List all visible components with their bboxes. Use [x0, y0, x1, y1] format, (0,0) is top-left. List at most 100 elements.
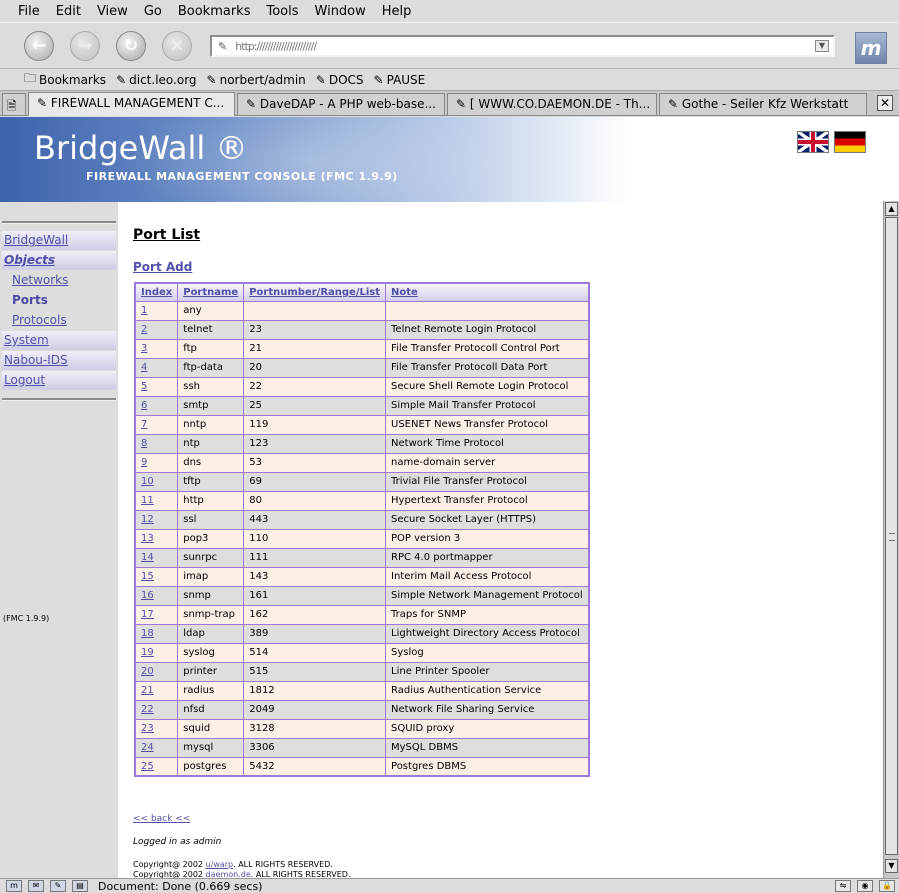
- port-index-link[interactable]: 17: [134, 604, 179, 625]
- port-note-cell: File Transfer Protocoll Data Port: [385, 357, 590, 378]
- composer-icon[interactable]: ✎: [50, 880, 66, 892]
- menu-help[interactable]: Help: [374, 4, 420, 19]
- url-bar[interactable]: ✎ http:////////////////////// ▼: [210, 35, 835, 57]
- back-link[interactable]: << back <<: [133, 814, 190, 824]
- scroll-up-button[interactable]: ▲: [885, 202, 898, 216]
- menu-file[interactable]: File: [10, 4, 48, 19]
- port-index-link[interactable]: 21: [134, 680, 179, 701]
- forward-button[interactable]: →: [70, 31, 100, 61]
- port-index-link[interactable]: 13: [134, 528, 179, 549]
- port-index-link[interactable]: 15: [134, 566, 179, 587]
- port-index-link[interactable]: 20: [134, 661, 179, 682]
- tab-bar: 🗎 ✎ FIREWALL MANAGEMENT C... ✎ DaveDAP -…: [0, 90, 899, 116]
- sidebar-item-system[interactable]: System: [2, 331, 116, 350]
- sidebar-item-protocols[interactable]: Protocols: [2, 311, 116, 330]
- sidebar-item-ports[interactable]: Ports: [2, 291, 116, 310]
- port-index-link[interactable]: 1: [134, 300, 179, 321]
- port-note-cell: [385, 300, 590, 321]
- lock-icon[interactable]: 🔒: [879, 880, 895, 892]
- scroll-thumb[interactable]: [885, 217, 898, 855]
- port-index-link[interactable]: 11: [134, 490, 179, 511]
- triangle-down-icon: ▼: [888, 861, 895, 870]
- sidebar-item-logout[interactable]: Logout: [2, 371, 116, 390]
- port-name-cell: ssh: [177, 376, 245, 397]
- copyright-author-link[interactable]: daemon.de: [206, 870, 251, 878]
- scroll-down-button[interactable]: ▼: [885, 859, 898, 873]
- table-row: 1 any: [134, 300, 590, 321]
- port-index-link[interactable]: 6: [134, 395, 179, 416]
- port-index-link[interactable]: 10: [134, 471, 179, 492]
- english-flag-icon[interactable]: [797, 131, 829, 153]
- sidebar-item-nabou-ids[interactable]: Nabou-IDS: [2, 351, 116, 370]
- port-index-link[interactable]: 22: [134, 699, 179, 720]
- reload-button[interactable]: ↻: [116, 31, 146, 61]
- copyright-text: Copyright@ 2002: [133, 860, 206, 869]
- menu-bookmarks[interactable]: Bookmarks: [170, 4, 259, 19]
- stop-button[interactable]: ✕: [162, 31, 192, 61]
- copyright-author-link[interactable]: u/warp: [206, 860, 234, 869]
- close-tab-button[interactable]: ✕: [877, 95, 893, 111]
- german-flag-icon[interactable]: [834, 131, 866, 153]
- url-dropdown-button[interactable]: ▼: [815, 40, 829, 52]
- bookmark-pause[interactable]: ✎ PAUSE: [374, 73, 426, 87]
- port-index-link[interactable]: 9: [134, 452, 179, 473]
- port-index-link[interactable]: 12: [134, 509, 179, 530]
- bookmark-norbert-admin[interactable]: ✎ norbert/admin: [207, 73, 306, 87]
- port-index-link[interactable]: 14: [134, 547, 179, 568]
- column-header-index[interactable]: Index: [134, 282, 179, 302]
- online-status-icon[interactable]: ⇋: [835, 880, 851, 892]
- browser-logo[interactable]: m: [855, 32, 887, 64]
- port-number-cell: 162: [243, 604, 387, 625]
- menu-view[interactable]: View: [89, 4, 136, 19]
- bookmarks-menu[interactable]: 🗀 Bookmarks: [24, 69, 106, 90]
- port-index-link[interactable]: 4: [134, 357, 179, 378]
- port-index-link[interactable]: 23: [134, 718, 179, 739]
- port-name-cell: ftp-data: [177, 357, 245, 378]
- table-row: 8 ntp 123 Network Time Protocol: [134, 433, 590, 454]
- sidebar-item-bridgewall[interactable]: BridgeWall: [2, 231, 116, 250]
- address-book-icon[interactable]: ▤: [72, 880, 88, 892]
- port-index-link[interactable]: 18: [134, 623, 179, 644]
- menu-edit[interactable]: Edit: [48, 4, 89, 19]
- port-index-link[interactable]: 3: [134, 338, 179, 359]
- back-button[interactable]: ←: [24, 31, 54, 61]
- tab-co-daemon[interactable]: ✎ [ WWW.CO.DAEMON.DE - Th...: [447, 93, 657, 115]
- port-name-cell: http: [177, 490, 245, 511]
- tab-davedap[interactable]: ✎ DaveDAP - A PHP web-base...: [237, 93, 445, 115]
- table-row: 17 snmp-trap 162 Traps for SNMP: [134, 604, 590, 625]
- vertical-scrollbar[interactable]: ▲ ▼: [883, 201, 899, 878]
- main-content: Port List Port Add Index Portname Portnu…: [133, 227, 863, 777]
- port-index-link[interactable]: 8: [134, 433, 179, 454]
- port-name-cell: pop3: [177, 528, 245, 549]
- port-index-link[interactable]: 19: [134, 642, 179, 663]
- column-header-note[interactable]: Note: [385, 282, 590, 302]
- mail-icon[interactable]: ✉: [28, 880, 44, 892]
- sidebar-item-objects[interactable]: Objects: [2, 251, 116, 270]
- port-index-link[interactable]: 5: [134, 376, 179, 397]
- tab-gothe[interactable]: ✎ Gothe - Seiler Kfz Werkstatt: [659, 93, 867, 115]
- port-index-link[interactable]: 25: [134, 756, 179, 777]
- port-index-link[interactable]: 16: [134, 585, 179, 606]
- port-index-link[interactable]: 2: [134, 319, 179, 340]
- bookmark-docs[interactable]: ✎ DOCS: [316, 73, 364, 87]
- port-name-cell: dns: [177, 452, 245, 473]
- tab-firewall-management[interactable]: ✎ FIREWALL MANAGEMENT C...: [28, 92, 235, 116]
- copyright-line: Copyright@ 2002 u/warp. ALL RIGHTS RESER…: [133, 860, 333, 869]
- port-name-cell: postgres: [177, 756, 245, 777]
- triangle-up-icon: ▲: [888, 204, 895, 213]
- table-row: 15 imap 143 Interim Mail Access Protocol: [134, 566, 590, 587]
- privacy-icon[interactable]: ◉: [857, 880, 873, 892]
- menu-go[interactable]: Go: [136, 4, 170, 19]
- sidebar-item-networks[interactable]: Networks: [2, 271, 116, 290]
- menu-window[interactable]: Window: [307, 4, 374, 19]
- navigator-icon[interactable]: m: [6, 880, 22, 892]
- table-row: 21 radius 1812 Radius Authentication Servic…: [134, 680, 590, 701]
- column-header-portnumber[interactable]: Portnumber/Range/List: [243, 282, 387, 302]
- port-index-link[interactable]: 24: [134, 737, 179, 758]
- menu-tools[interactable]: Tools: [258, 4, 306, 19]
- column-header-portname[interactable]: Portname: [177, 282, 245, 302]
- bookmark-dict[interactable]: ✎ dict.leo.org: [116, 73, 196, 87]
- new-tab-button[interactable]: 🗎: [2, 93, 26, 115]
- port-add-link[interactable]: Port Add: [133, 260, 192, 274]
- port-index-link[interactable]: 7: [134, 414, 179, 435]
